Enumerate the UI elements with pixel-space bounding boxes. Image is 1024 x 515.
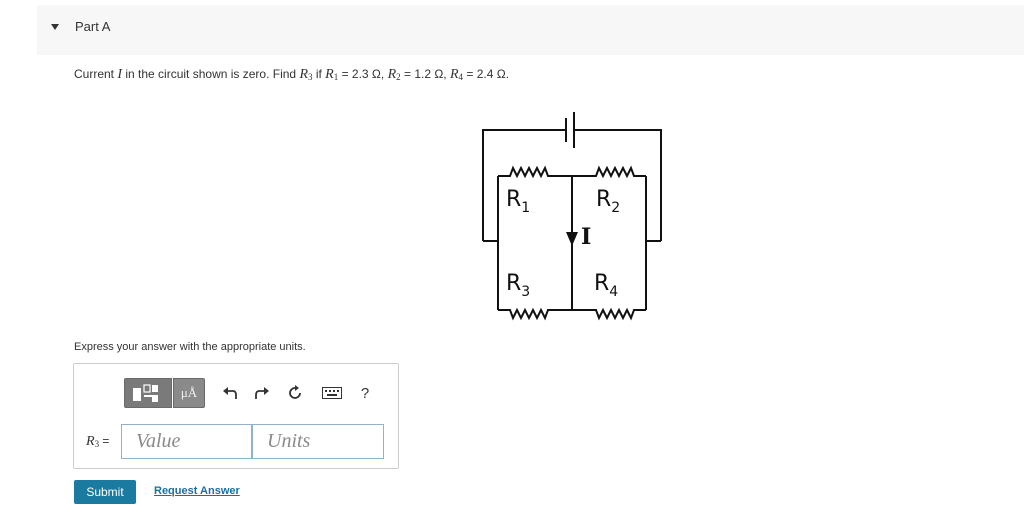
r1-letter: R <box>325 67 334 82</box>
r4-label: R4 <box>594 271 618 300</box>
question-prefix: Current <box>74 67 118 81</box>
units-button[interactable]: μÅ <box>173 378 205 408</box>
answer-label-eq: = <box>99 434 110 448</box>
answer-label-symbol: R3 <box>86 434 99 449</box>
r2-label: R2 <box>596 187 620 216</box>
collapse-caret-icon[interactable] <box>51 24 59 30</box>
undo-icon <box>223 387 237 399</box>
r4-symbol: R4 <box>450 67 463 82</box>
submit-button[interactable]: Submit <box>74 480 136 504</box>
r1-resistor <box>498 165 572 179</box>
r1-symbol: R1 <box>325 67 338 82</box>
request-answer-link[interactable]: Request Answer <box>154 485 240 497</box>
battery-icon <box>565 112 575 148</box>
r2-resistor <box>572 165 646 179</box>
templates-icon <box>133 384 158 402</box>
r1-label: R1 <box>506 187 530 216</box>
part-header[interactable]: Part A <box>37 5 1024 55</box>
question-if: if <box>312 67 326 81</box>
r1-value: = 2.3 Ω, <box>338 67 388 81</box>
part-title: Part A <box>75 19 111 34</box>
answer-label-letter: R <box>86 434 95 449</box>
keyboard-button[interactable] <box>319 378 345 408</box>
target-symbol: R3 <box>299 67 312 82</box>
keyboard-icon <box>322 387 342 399</box>
instruction-text: Express your answer with the appropriate… <box>74 341 306 353</box>
r2-letter: R <box>387 67 397 82</box>
templates-button[interactable] <box>124 378 172 408</box>
current-arrow-icon <box>566 232 578 246</box>
circuit-diagram: R1 R2 R3 R4 I <box>482 112 662 321</box>
r2-value: = 1.2 Ω, <box>400 67 450 81</box>
r3-resistor <box>498 307 572 321</box>
answer-box: μÅ ? R3 = Value Units <box>73 363 399 469</box>
undo-button[interactable] <box>219 378 241 408</box>
help-button[interactable]: ? <box>354 378 376 408</box>
r3-label: R3 <box>506 271 530 300</box>
question-middle: in the circuit shown is zero. Find <box>122 67 300 81</box>
reset-icon <box>289 385 301 399</box>
target-letter: R <box>299 67 308 82</box>
r4-resistor <box>572 307 646 321</box>
current-label: I <box>581 224 591 250</box>
r4-value: = 2.4 Ω. <box>463 67 510 81</box>
answer-label: R3 = <box>86 434 109 450</box>
r4-letter: R <box>449 67 459 82</box>
value-input[interactable] <box>121 424 252 459</box>
redo-icon <box>255 387 269 399</box>
units-input[interactable] <box>252 424 384 459</box>
reset-button[interactable] <box>284 378 306 408</box>
question-text: Current I in the circuit shown is zero. … <box>74 67 509 83</box>
math-toolbar: μÅ ? <box>124 378 384 414</box>
r2-symbol: R2 <box>388 67 401 82</box>
redo-button[interactable] <box>251 378 273 408</box>
